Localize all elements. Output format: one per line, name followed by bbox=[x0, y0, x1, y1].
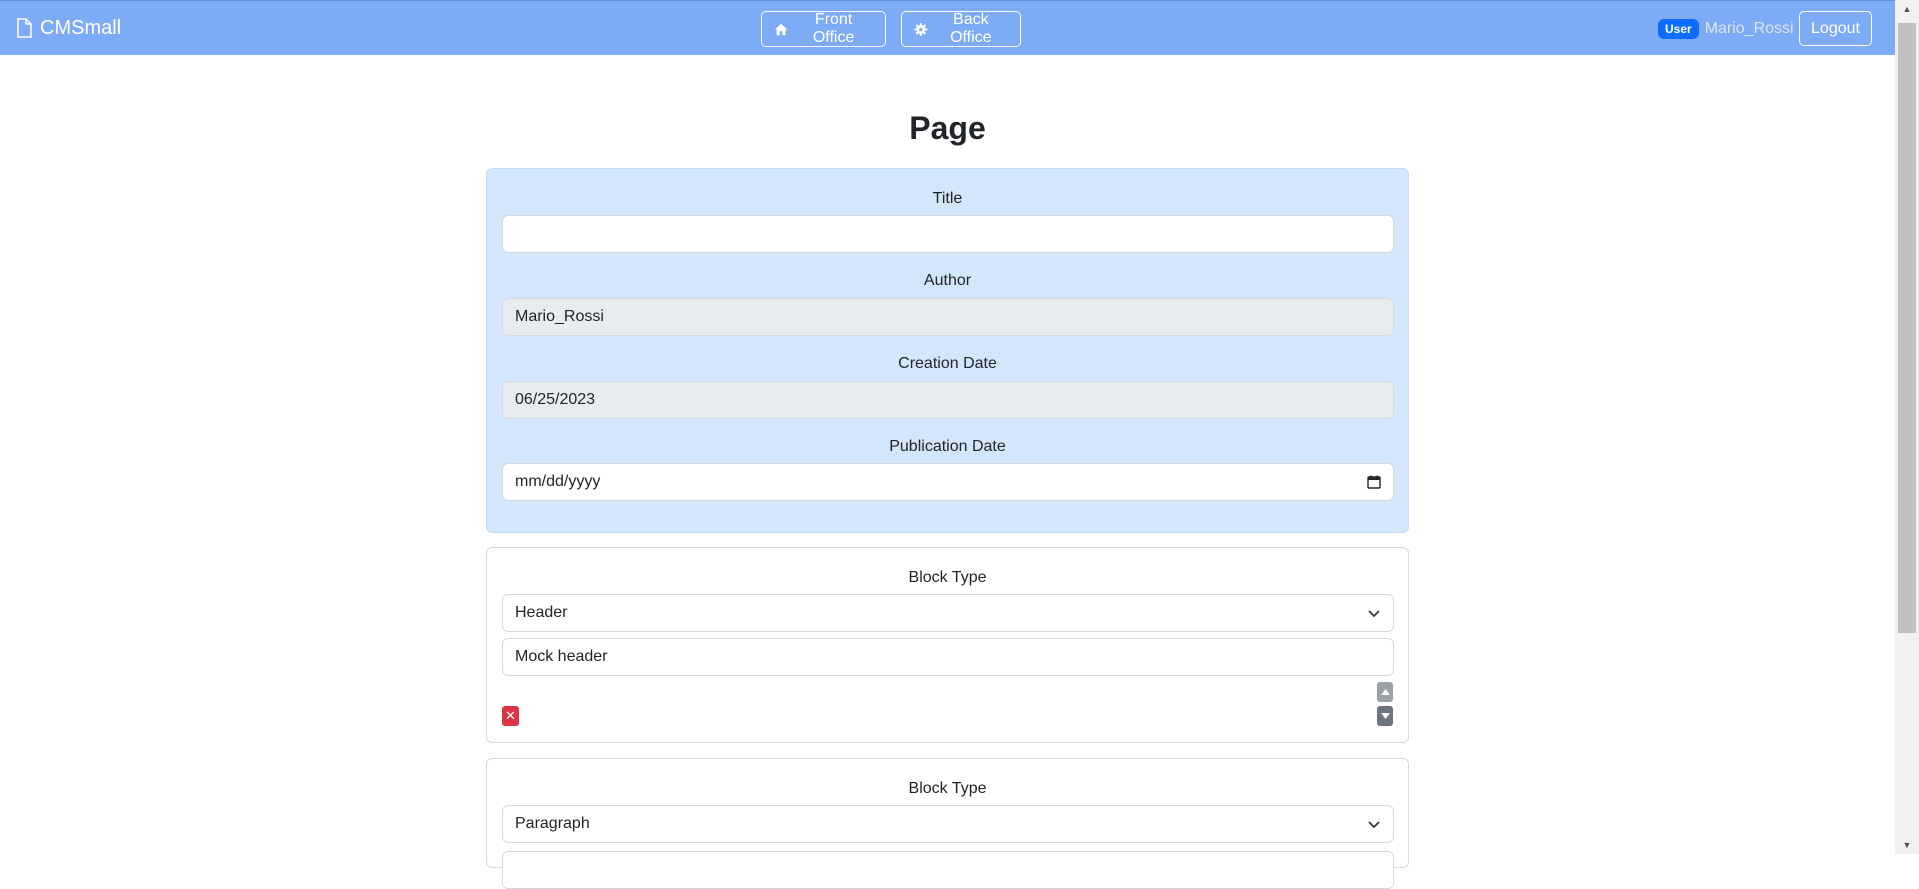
file-icon bbox=[17, 18, 32, 38]
block-type-select[interactable]: Header bbox=[502, 594, 1394, 632]
scroll-down-arrow[interactable]: ▼ bbox=[1895, 836, 1919, 854]
block-type-value: Header bbox=[515, 604, 568, 621]
chevron-down-icon bbox=[1368, 821, 1380, 829]
author-field: Mario_Rossi bbox=[502, 298, 1394, 336]
block-type-label: Block Type bbox=[908, 780, 987, 797]
title-input[interactable] bbox=[502, 215, 1394, 253]
caret-up-icon bbox=[1380, 689, 1390, 695]
brand-label: CMSmall bbox=[40, 16, 122, 39]
calendar-icon[interactable] bbox=[1367, 475, 1381, 489]
user-info: User Mario_Rossi bbox=[1658, 19, 1794, 39]
gear-icon bbox=[914, 22, 928, 36]
page-scrollbar[interactable]: ▲ ▼ bbox=[1895, 0, 1919, 854]
title-label: Title bbox=[932, 190, 963, 207]
content-block: Block Type Paragraph bbox=[486, 758, 1409, 889]
navbar: CMSmall Front Office Back Office User Ma… bbox=[0, 0, 1895, 55]
move-up-button[interactable] bbox=[1377, 682, 1393, 702]
close-icon: ✕ bbox=[505, 708, 516, 723]
caret-down-icon bbox=[1380, 713, 1390, 719]
logout-button[interactable]: Logout bbox=[1799, 11, 1872, 46]
block-content-input[interactable]: Mock header bbox=[502, 638, 1394, 676]
scroll-up-arrow[interactable]: ▲ bbox=[1895, 0, 1919, 18]
publication-date-placeholder: mm/dd/yyyy bbox=[515, 473, 601, 490]
move-down-button[interactable] bbox=[1377, 706, 1393, 726]
brand[interactable]: CMSmall bbox=[16, 14, 121, 42]
delete-block-button[interactable]: ✕ bbox=[502, 706, 519, 726]
front-office-label: Front Office bbox=[812, 11, 855, 46]
creation-date-label: Creation Date bbox=[898, 355, 997, 372]
page-metadata-panel: Title Author Mario_Rossi Creation Date 0… bbox=[486, 168, 1409, 533]
block-content-input[interactable] bbox=[502, 851, 1394, 889]
username: Mario_Rossi bbox=[1704, 20, 1794, 37]
page-title: Page bbox=[909, 110, 986, 146]
block-type-label: Block Type bbox=[908, 569, 987, 586]
scroll-thumb[interactable] bbox=[1898, 23, 1916, 633]
block-type-value: Paragraph bbox=[515, 815, 590, 832]
home-icon bbox=[774, 23, 788, 35]
creation-date-field: 06/25/2023 bbox=[502, 381, 1394, 419]
author-label: Author bbox=[923, 272, 972, 289]
content-block: Block Type Header Mock header ✕ bbox=[486, 547, 1409, 743]
back-office-button[interactable]: Back Office bbox=[901, 11, 1021, 47]
publication-date-label: Publication Date bbox=[889, 438, 1006, 455]
block-type-select[interactable]: Paragraph bbox=[502, 805, 1394, 843]
back-office-label: Back Office bbox=[950, 11, 992, 46]
chevron-down-icon bbox=[1368, 610, 1380, 618]
user-role-badge: User bbox=[1658, 19, 1699, 39]
front-office-button[interactable]: Front Office bbox=[761, 11, 886, 47]
publication-date-input[interactable]: mm/dd/yyyy bbox=[502, 463, 1394, 501]
